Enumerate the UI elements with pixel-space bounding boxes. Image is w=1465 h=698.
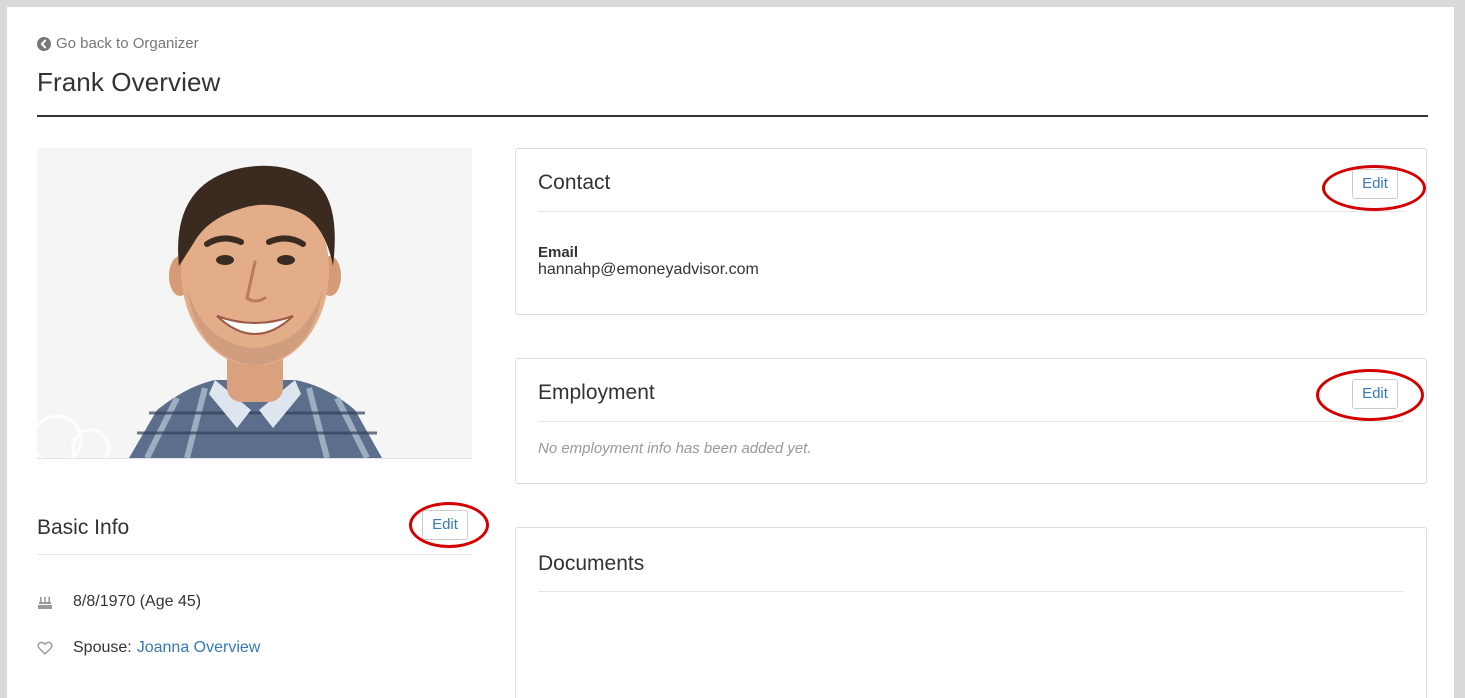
basic-info-edit-button[interactable]: Edit: [422, 510, 468, 540]
email-value: hannahp@emoneyadvisor.com: [538, 261, 759, 278]
contact-panel: Contact Edit Email hannahp@emoneyadvisor…: [515, 148, 1427, 315]
heart-outline-icon: [37, 640, 53, 656]
email-label: Email: [538, 244, 579, 261]
back-to-organizer-link[interactable]: Go back to Organizer: [37, 35, 199, 52]
contact-title: Contact: [538, 171, 611, 194]
title-divider: [37, 115, 1428, 117]
spouse-row: Spouse: Joanna Overview: [37, 639, 260, 657]
birthdate-row: 8/8/1970 (Age 45): [37, 593, 201, 611]
page-frame: Go back to Organizer Frank Overview Basi…: [7, 7, 1454, 698]
contact-panel-header: Contact Edit: [538, 149, 1404, 212]
profile-photo: [37, 148, 472, 459]
basic-info-title: Basic Info: [37, 516, 130, 539]
employment-panel-header: Employment Edit: [538, 359, 1404, 422]
page-title: Frank Overview: [37, 67, 221, 97]
employment-edit-button[interactable]: Edit: [1352, 379, 1398, 409]
back-link-label: Go back to Organizer: [56, 35, 199, 52]
employment-title: Employment: [538, 381, 655, 404]
contact-edit-button[interactable]: Edit: [1352, 169, 1398, 199]
birthdate-value: 8/8/1970 (Age 45): [73, 593, 202, 610]
birthday-cake-icon: [37, 594, 53, 610]
email-field: Email hannahp@emoneyadvisor.com: [538, 244, 759, 279]
basic-info-header: Basic Info Edit: [37, 502, 489, 555]
circle-arrow-left-icon: [37, 36, 51, 51]
employment-panel: Employment Edit No employment info has b…: [515, 358, 1427, 484]
documents-title: Documents: [538, 552, 645, 575]
profile-photo-illustration: [37, 148, 472, 458]
spouse-link[interactable]: Joanna Overview: [137, 639, 261, 657]
spouse-label: Spouse:: [73, 639, 132, 656]
documents-panel-header: Documents: [538, 528, 1404, 592]
documents-panel: Documents: [515, 527, 1427, 698]
employment-empty-message: No employment info has been added yet.: [538, 440, 812, 457]
